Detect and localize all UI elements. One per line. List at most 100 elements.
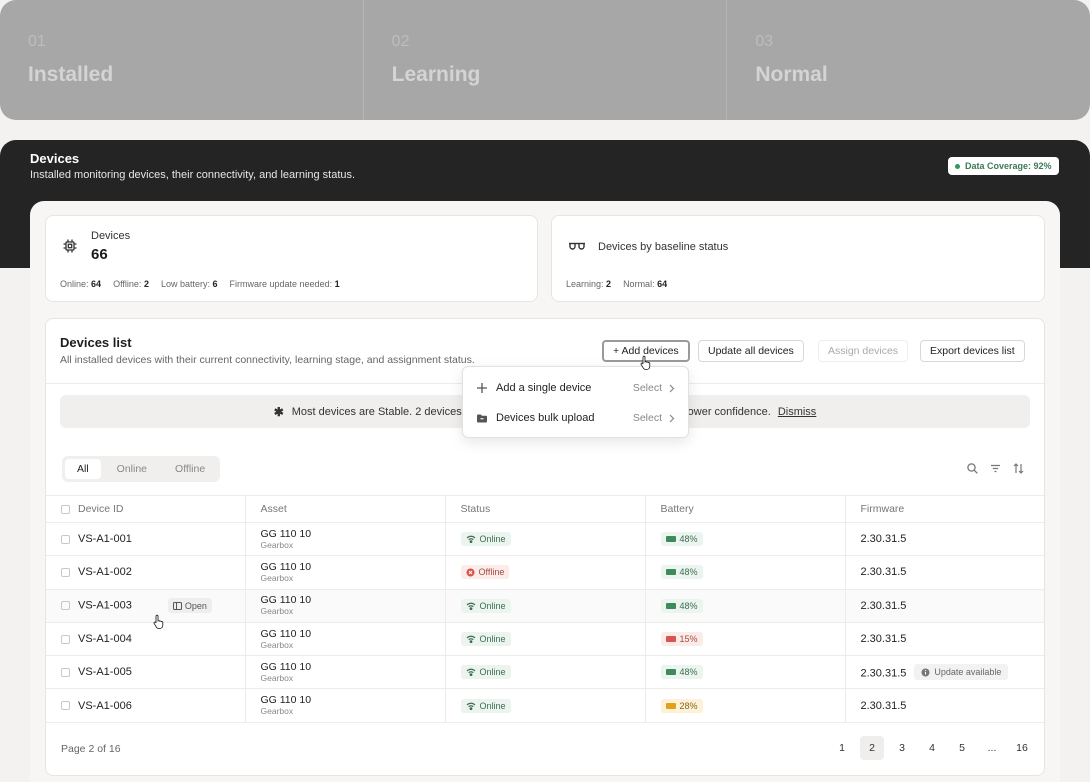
page-button-4[interactable]: 4 [920, 736, 944, 760]
asset-type: Gearbox [260, 672, 294, 683]
column-header-status[interactable]: Status [445, 495, 646, 523]
menu-item-label: Devices bulk upload [496, 412, 595, 424]
plus-icon [477, 383, 487, 393]
table-row[interactable]: VS-A1-005 GG 110 10 Gearbox Online 48% 2.… [46, 655, 1044, 690]
table-row[interactable]: VS-A1-006 GG 110 10 Gearbox Online 28% 2.… [46, 688, 1044, 723]
menu-item-bulk-upload[interactable]: Devices bulk upload Select [463, 403, 688, 433]
chip-icon [63, 239, 77, 253]
menu-item-label: Add a single device [496, 382, 592, 394]
page-button-2[interactable]: 2 [860, 736, 884, 760]
filter-icon[interactable] [989, 462, 1002, 475]
status-badge: Online [460, 598, 511, 613]
page-buttons: 1 2 3 4 5 ... 16 [830, 736, 1034, 760]
asset-name: GG 110 10 [260, 527, 312, 540]
page-button-5[interactable]: 5 [950, 736, 974, 760]
status-dot-icon [955, 163, 960, 169]
filter-tab-offline[interactable]: Offline [163, 459, 217, 479]
column-header-asset[interactable]: Asset [245, 495, 446, 523]
menu-item-add-single-device[interactable]: Add a single device Select [463, 373, 688, 403]
assign-devices-button[interactable]: Assign devices [818, 340, 909, 362]
step-normal[interactable]: 03 Normal [727, 0, 1090, 120]
baseline-label: Devices by baseline status [598, 241, 729, 253]
add-devices-dropdown: Add a single device Select Devices bulk … [462, 366, 689, 438]
page-button-3[interactable]: 3 [890, 736, 914, 760]
select-action[interactable]: Select [633, 382, 675, 394]
firmware-version: 2.30.31.5 [860, 566, 907, 579]
baseline-status-card: Devices by baseline status Learning: 2 N… [551, 215, 1045, 302]
stat-firmware: Firmware update needed: 1 [229, 279, 340, 289]
asterisk-icon: ✱ [273, 404, 284, 419]
page-button-1[interactable]: 1 [830, 736, 854, 760]
device-id[interactable]: VS-A1-002 [78, 566, 132, 578]
table-header-row: Device ID Asset Status Battery Firmware [46, 495, 1044, 523]
row-checkbox[interactable] [61, 667, 70, 677]
battery-icon [665, 636, 676, 643]
folder-icon [477, 414, 487, 423]
row-checkbox[interactable] [61, 634, 70, 644]
step-title: Installed [28, 63, 114, 86]
page-button-16[interactable]: 16 [1010, 736, 1034, 760]
asset-name: GG 110 10 [260, 594, 312, 607]
dismiss-link[interactable]: Dismiss [778, 406, 817, 418]
device-id[interactable]: VS-A1-001 [78, 533, 132, 545]
step-installed[interactable]: 01 Installed [0, 0, 364, 120]
select-all-checkbox[interactable] [61, 504, 70, 514]
column-header-device-id[interactable]: Device ID [46, 495, 246, 523]
asset-type: Gearbox [260, 606, 294, 617]
info-icon [921, 668, 930, 677]
firmware-version: 2.30.31.5 [860, 633, 907, 646]
row-checkbox[interactable] [61, 601, 70, 611]
search-icon[interactable] [966, 462, 979, 475]
row-checkbox[interactable] [61, 701, 70, 711]
filter-tab-online[interactable]: Online [105, 459, 159, 479]
select-action[interactable]: Select [633, 412, 675, 424]
sort-icon[interactable] [1012, 462, 1025, 475]
firmware-version: 2.30.31.5 [860, 599, 907, 612]
wifi-icon [466, 702, 475, 710]
update-all-devices-button[interactable]: Update all devices [698, 340, 804, 362]
table-row[interactable]: VS-A1-002 GG 110 10 Gearbox Offline 48% 2… [46, 555, 1044, 590]
firmware-version: 2.30.31.5 [860, 667, 907, 680]
list-title: Devices list [60, 335, 132, 350]
chevron-right-icon [669, 414, 675, 422]
export-devices-list-button[interactable]: Export devices list [920, 340, 1025, 362]
step-learning[interactable]: 02 Learning [364, 0, 728, 120]
wifi-icon [466, 535, 475, 544]
devices-table: Device ID Asset Status Battery Firmware … [46, 495, 1044, 723]
column-header-battery[interactable]: Battery [645, 495, 846, 523]
device-id[interactable]: VS-A1-004 [78, 633, 132, 645]
column-header-firmware[interactable]: Firmware [845, 495, 1044, 523]
table-row[interactable]: VS-A1-003 Open GG 110 10 Gearbox Online 48… [46, 589, 1044, 623]
battery-icon [665, 536, 676, 543]
open-row-button[interactable]: Open [167, 598, 212, 614]
step-number: 02 [391, 33, 410, 50]
table-row[interactable]: VS-A1-004 GG 110 10 Gearbox Online 15% 2.… [46, 622, 1044, 657]
row-checkbox[interactable] [61, 534, 70, 544]
devices-summary-card: Devices 66 Online: 64 Offline: 2 Low bat… [45, 215, 538, 302]
data-coverage-badge: Data Coverage: 92% [948, 157, 1059, 175]
hand-cursor-icon [153, 614, 164, 629]
filter-tab-all[interactable]: All [65, 459, 101, 479]
step-number: 03 [755, 33, 774, 50]
list-subtitle: All installed devices with their current… [60, 354, 475, 366]
device-id[interactable]: VS-A1-003 [78, 600, 132, 612]
update-available-badge[interactable]: Update available [914, 664, 1009, 681]
panel-open-icon [172, 601, 182, 610]
pagination: Page 2 of 16 1 2 3 4 5 ... 16 [46, 734, 1044, 764]
device-id[interactable]: VS-A1-006 [78, 700, 132, 712]
status-badge: Online [460, 665, 511, 680]
device-id[interactable]: VS-A1-005 [78, 666, 132, 678]
table-row[interactable]: VS-A1-001 GG 110 10 Gearbox Online 48% 2.… [46, 522, 1044, 557]
progress-stepper: 01 Installed 02 Learning 03 Normal [0, 0, 1090, 120]
offline-icon [466, 568, 474, 577]
battery-icon [665, 669, 676, 676]
battery-icon [665, 602, 676, 609]
status-badge: Online [460, 698, 511, 713]
row-checkbox[interactable] [61, 567, 70, 577]
wifi-icon [466, 635, 475, 644]
status-filter-tabs: All Online Offline [62, 456, 221, 482]
asset-type: Gearbox [260, 572, 294, 583]
status-badge: Offline [460, 565, 510, 580]
step-number: 01 [28, 33, 46, 50]
hand-cursor-icon [640, 355, 651, 370]
